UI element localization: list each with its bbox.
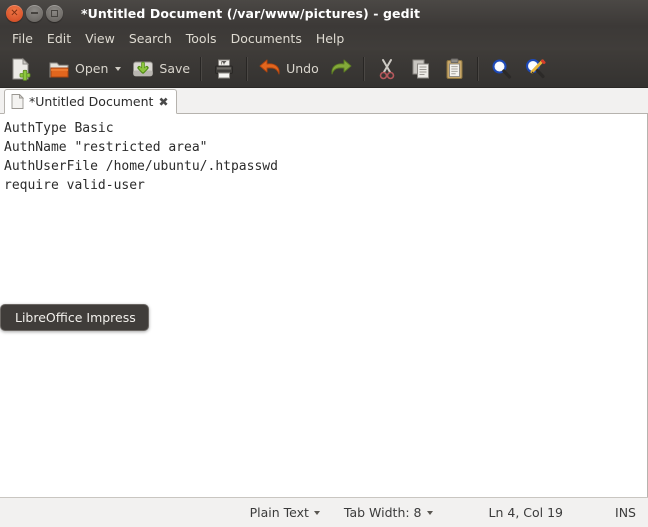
toolbar: Open Save Undo (0, 50, 648, 88)
language-label: Plain Text (249, 505, 309, 520)
undo-label: Undo (286, 61, 319, 76)
document-icon (11, 94, 24, 109)
minimize-icon (31, 12, 38, 14)
close-button[interactable]: ✕ (6, 4, 23, 22)
open-folder-icon (49, 62, 69, 77)
save-button[interactable]: Save (126, 54, 195, 84)
tab-untitled-document[interactable]: *Untitled Document ✖ (4, 89, 177, 114)
toolbar-separator (362, 56, 365, 81)
undo-arrow-icon (259, 59, 280, 74)
new-document-icon (12, 57, 31, 81)
close-icon: ✕ (10, 7, 19, 19)
status-bar: Plain Text Tab Width: 8 Ln 4, Col 19 INS (0, 497, 648, 527)
chevron-down-icon[interactable] (313, 510, 320, 515)
find-replace-icon (525, 58, 546, 78)
chevron-down-icon[interactable] (115, 66, 122, 71)
new-document-button[interactable] (4, 54, 42, 84)
menu-bar: File Edit View Search Tools Documents He… (0, 26, 648, 50)
save-icon (133, 61, 154, 76)
tab-width-label: Tab Width: 8 (343, 505, 422, 520)
open-label: Open (75, 61, 109, 76)
tooltip-label: LibreOffice Impress (15, 310, 136, 325)
chevron-down-icon[interactable] (426, 510, 433, 515)
save-label: Save (159, 61, 191, 76)
menu-item-edit[interactable]: Edit (40, 29, 78, 48)
menu-item-view[interactable]: View (78, 29, 122, 48)
editor-content[interactable]: AuthType Basic AuthName "restricted area… (0, 114, 647, 195)
redo-button[interactable] (324, 54, 358, 84)
window-title: *Untitled Document (/var/www/pictures) -… (81, 5, 421, 21)
menu-item-help[interactable]: Help (309, 29, 352, 48)
copy-icon (412, 59, 429, 78)
redo-arrow-icon (331, 59, 352, 74)
tab-title: *Untitled Document (29, 94, 154, 109)
launcher-tooltip: LibreOffice Impress (0, 304, 149, 331)
toolbar-separator (200, 56, 203, 81)
cursor-position: Ln 4, Col 19 (489, 505, 564, 520)
minimize-button[interactable] (26, 4, 43, 22)
find-magnifier-icon (492, 59, 511, 79)
copy-button[interactable] (404, 54, 438, 84)
maximize-icon (51, 9, 58, 17)
paste-clipboard-icon (446, 58, 463, 79)
gedit-window: ✕ *Untitled Document (/var/www/pictures)… (0, 0, 648, 527)
menu-item-file[interactable]: File (5, 29, 40, 48)
print-button[interactable] (207, 54, 241, 84)
open-button[interactable]: Open (42, 54, 126, 84)
menu-item-tools[interactable]: Tools (179, 29, 224, 48)
insert-mode-label: INS (615, 505, 636, 520)
tab-bar: *Untitled Document ✖ (0, 88, 648, 114)
menu-item-search[interactable]: Search (122, 29, 179, 48)
find-replace-button[interactable] (518, 54, 552, 84)
tab-width-selector[interactable]: Tab Width: 8 (344, 505, 433, 520)
cut-button[interactable] (370, 54, 404, 84)
print-icon (215, 59, 234, 78)
language-selector[interactable]: Plain Text (250, 505, 320, 520)
maximize-button[interactable] (46, 4, 63, 22)
insert-mode[interactable]: INS (615, 505, 636, 520)
cursor-position-label: Ln 4, Col 19 (488, 505, 564, 520)
paste-button[interactable] (438, 54, 472, 84)
find-button[interactable] (484, 54, 518, 84)
toolbar-separator (476, 56, 479, 81)
window-controls: ✕ (0, 4, 63, 22)
title-bar: ✕ *Untitled Document (/var/www/pictures)… (0, 0, 648, 26)
tab-close-icon[interactable]: ✖ (158, 96, 168, 108)
menu-item-documents[interactable]: Documents (224, 29, 309, 48)
toolbar-separator (246, 56, 249, 81)
cut-scissors-icon (379, 58, 395, 79)
undo-button[interactable]: Undo (253, 54, 324, 84)
